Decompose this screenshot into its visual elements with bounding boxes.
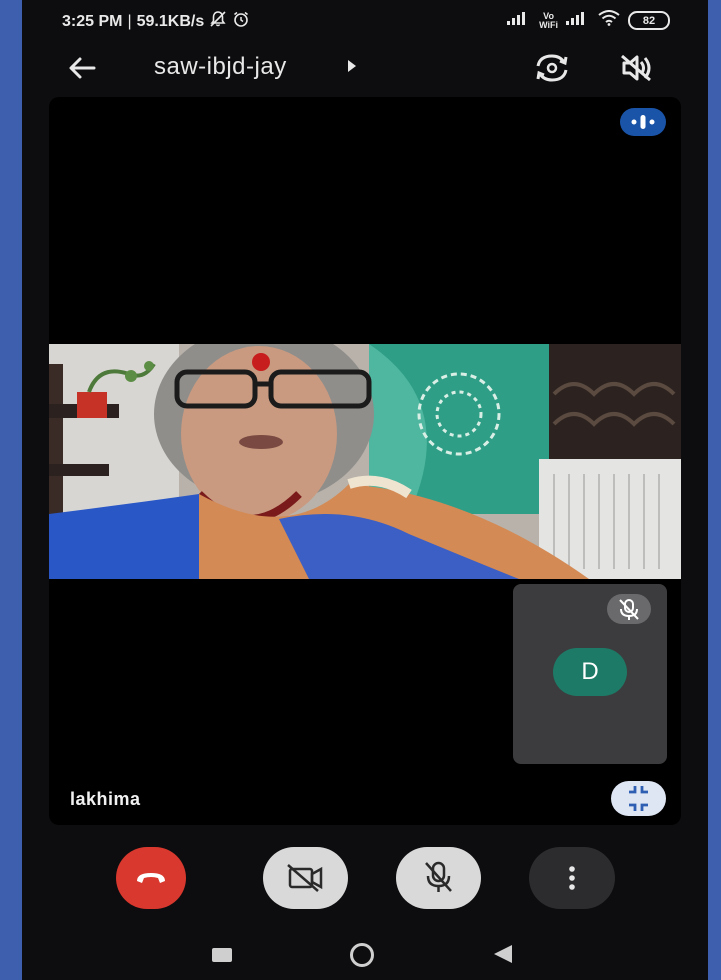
more-options-button[interactable] <box>529 847 615 909</box>
recents-icon[interactable] <box>212 948 232 962</box>
network-speed: 59.1KB/s <box>136 12 205 30</box>
status-bar: 3:25 PM | 59.1KB/s Vo WiFi 82 <box>22 0 708 40</box>
end-call-button[interactable] <box>116 847 186 909</box>
mic-off-icon <box>607 594 651 624</box>
participant-name: lakhima <box>70 789 141 809</box>
vowifi-bottom: WiFi <box>539 19 558 30</box>
mic-off-button[interactable] <box>396 847 481 909</box>
alarm-icon <box>232 10 250 33</box>
speaker-off-button[interactable] <box>616 50 656 86</box>
back-icon[interactable] <box>494 945 512 963</box>
camera-off-button[interactable] <box>263 847 348 909</box>
back-button[interactable] <box>64 50 100 86</box>
meeting-code[interactable]: saw-ibjd-jay <box>154 53 287 81</box>
status-bar-left: 3:25 PM | 59.1KB/s <box>62 10 250 33</box>
battery-level: 82 <box>642 14 656 27</box>
system-nav-bar <box>22 930 708 980</box>
minimize-button[interactable] <box>611 781 666 816</box>
signal-icon <box>566 11 590 30</box>
battery-icon: 82 <box>628 11 670 30</box>
signal-icon <box>507 11 531 30</box>
clock: 3:25 PM <box>62 12 123 30</box>
end-call-icon <box>137 873 165 883</box>
wifi-icon <box>598 10 620 31</box>
camera-off-icon <box>287 864 323 892</box>
more-vert-icon <box>569 866 575 890</box>
home-icon[interactable] <box>350 943 374 967</box>
separator: | <box>127 12 132 30</box>
avatar: D <box>553 648 627 696</box>
switch-camera-button[interactable] <box>532 50 572 86</box>
vowifi-icon: Vo WiFi <box>539 11 558 30</box>
call-controls <box>22 847 708 915</box>
status-bar-right: Vo WiFi 82 <box>507 10 670 31</box>
minimize-icon <box>629 786 648 811</box>
speaker-off-icon <box>621 54 651 82</box>
main-video-tile[interactable]: D lakhima <box>49 97 681 825</box>
top-bar: saw-ibjd-jay <box>22 40 708 96</box>
caret-right-icon[interactable] <box>348 60 356 72</box>
self-preview-tile[interactable]: D <box>513 584 667 764</box>
switch-camera-icon <box>536 54 568 82</box>
mic-off-icon <box>425 861 452 892</box>
back-arrow-icon <box>69 57 96 79</box>
participant-video <box>49 344 681 579</box>
phone-screen: 3:25 PM | 59.1KB/s Vo WiFi 82 saw-ibjd-j… <box>22 0 708 980</box>
notifications-off-icon <box>209 10 227 33</box>
audio-indicator-icon <box>620 108 666 136</box>
